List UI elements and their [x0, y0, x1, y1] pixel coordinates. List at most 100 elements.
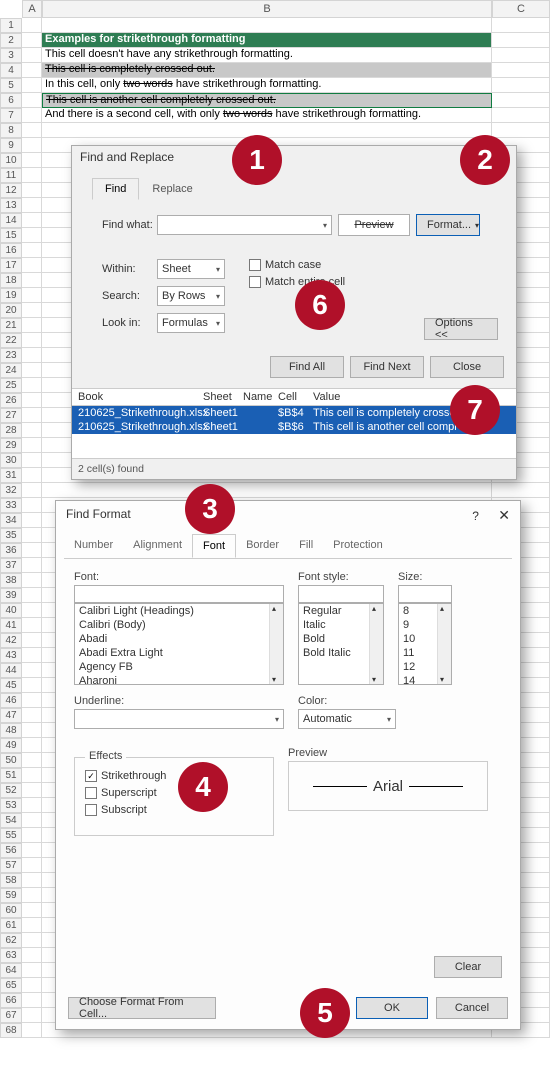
color-combo[interactable]: Automatic — [298, 709, 396, 729]
row-header-63[interactable]: 63 — [0, 948, 22, 963]
clear-button[interactable]: Clear — [434, 956, 502, 978]
row-header-47[interactable]: 47 — [0, 708, 22, 723]
options-button[interactable]: Options << — [424, 318, 498, 340]
row-header-46[interactable]: 46 — [0, 693, 22, 708]
fmt-tab-border[interactable]: Border — [236, 534, 289, 558]
row-header-12[interactable]: 12 — [0, 183, 22, 198]
row-header-37[interactable]: 37 — [0, 558, 22, 573]
row-header-4[interactable]: 4 — [0, 63, 22, 78]
col-header-C[interactable]: C — [492, 0, 550, 18]
row-header-45[interactable]: 45 — [0, 678, 22, 693]
row-header-53[interactable]: 53 — [0, 798, 22, 813]
row-header-24[interactable]: 24 — [0, 363, 22, 378]
row-header-2[interactable]: 2 — [0, 33, 22, 48]
search-combo[interactable]: By Rows — [157, 286, 225, 306]
within-combo[interactable]: Sheet — [157, 259, 225, 279]
match-case-checkbox[interactable]: Match case — [249, 259, 345, 271]
size-input[interactable] — [398, 585, 452, 603]
row-header-35[interactable]: 35 — [0, 528, 22, 543]
row-header-26[interactable]: 26 — [0, 393, 22, 408]
row-header-43[interactable]: 43 — [0, 648, 22, 663]
row-header-7[interactable]: 7 — [0, 108, 22, 123]
ok-button[interactable]: OK — [356, 997, 428, 1019]
row-header-56[interactable]: 56 — [0, 843, 22, 858]
choose-format-button[interactable]: Choose Format From Cell... — [68, 997, 216, 1019]
row-header-40[interactable]: 40 — [0, 603, 22, 618]
row-header-57[interactable]: 57 — [0, 858, 22, 873]
font-listbox[interactable]: Calibri Light (Headings)Calibri (Body)Ab… — [74, 603, 284, 685]
fmt-tab-fill[interactable]: Fill — [289, 534, 323, 558]
row-header-54[interactable]: 54 — [0, 813, 22, 828]
row-header-11[interactable]: 11 — [0, 168, 22, 183]
superscript-checkbox[interactable]: Superscript — [85, 787, 263, 799]
row-header-32[interactable]: 32 — [0, 483, 22, 498]
row-header-16[interactable]: 16 — [0, 243, 22, 258]
row-header-68[interactable]: 68 — [0, 1023, 22, 1038]
row-header-67[interactable]: 67 — [0, 1008, 22, 1023]
row-header-61[interactable]: 61 — [0, 918, 22, 933]
row-header-55[interactable]: 55 — [0, 828, 22, 843]
row-header-21[interactable]: 21 — [0, 318, 22, 333]
fmt-tab-protection[interactable]: Protection — [323, 534, 393, 558]
tab-replace[interactable]: Replace — [139, 178, 205, 200]
row-header-30[interactable]: 30 — [0, 453, 22, 468]
find-what-input[interactable] — [157, 215, 332, 235]
row-header-31[interactable]: 31 — [0, 468, 22, 483]
row-header-29[interactable]: 29 — [0, 438, 22, 453]
fmt-tab-font[interactable]: Font — [192, 534, 236, 558]
row-header-5[interactable]: 5 — [0, 78, 22, 93]
row-header-33[interactable]: 33 — [0, 498, 22, 513]
row-header-50[interactable]: 50 — [0, 753, 22, 768]
row-header-59[interactable]: 59 — [0, 888, 22, 903]
row-header-51[interactable]: 51 — [0, 768, 22, 783]
col-header-A[interactable]: A — [22, 0, 42, 18]
row-header-22[interactable]: 22 — [0, 333, 22, 348]
row-header-20[interactable]: 20 — [0, 303, 22, 318]
row-header-10[interactable]: 10 — [0, 153, 22, 168]
help-icon[interactable]: ? — [472, 509, 479, 523]
subscript-checkbox[interactable]: Subscript — [85, 804, 263, 816]
row-header-14[interactable]: 14 — [0, 213, 22, 228]
row-header-17[interactable]: 17 — [0, 258, 22, 273]
row-header-58[interactable]: 58 — [0, 873, 22, 888]
row-header-34[interactable]: 34 — [0, 513, 22, 528]
row-header-66[interactable]: 66 — [0, 993, 22, 1008]
row-header-36[interactable]: 36 — [0, 543, 22, 558]
row-header-1[interactable]: 1 — [0, 18, 22, 33]
row-header-27[interactable]: 27 — [0, 408, 22, 423]
close-button[interactable]: Close — [430, 356, 504, 378]
row-header-3[interactable]: 3 — [0, 48, 22, 63]
size-listbox[interactable]: 8910111214 — [398, 603, 452, 685]
fmt-tab-alignment[interactable]: Alignment — [123, 534, 192, 558]
row-header-52[interactable]: 52 — [0, 783, 22, 798]
col-header-B[interactable]: B — [42, 0, 492, 18]
row-header-39[interactable]: 39 — [0, 588, 22, 603]
row-header-15[interactable]: 15 — [0, 228, 22, 243]
fmt-tab-number[interactable]: Number — [64, 534, 123, 558]
underline-combo[interactable] — [74, 709, 284, 729]
row-header-65[interactable]: 65 — [0, 978, 22, 993]
row-header-48[interactable]: 48 — [0, 723, 22, 738]
row-header-6[interactable]: 6 — [0, 93, 22, 108]
font-style-listbox[interactable]: RegularItalicBoldBold Italic — [298, 603, 384, 685]
row-header-64[interactable]: 64 — [0, 963, 22, 978]
row-header-49[interactable]: 49 — [0, 738, 22, 753]
row-header-23[interactable]: 23 — [0, 348, 22, 363]
row-header-38[interactable]: 38 — [0, 573, 22, 588]
row-header-25[interactable]: 25 — [0, 378, 22, 393]
row-header-13[interactable]: 13 — [0, 198, 22, 213]
format-button[interactable]: Format...▾ — [416, 214, 480, 236]
row-header-62[interactable]: 62 — [0, 933, 22, 948]
find-next-button[interactable]: Find Next — [350, 356, 424, 378]
lookin-combo[interactable]: Formulas — [157, 313, 225, 333]
close-icon[interactable]: ✕ — [498, 507, 510, 523]
row-header-60[interactable]: 60 — [0, 903, 22, 918]
font-input[interactable] — [74, 585, 284, 603]
row-header-44[interactable]: 44 — [0, 663, 22, 678]
row-header-18[interactable]: 18 — [0, 273, 22, 288]
cancel-button[interactable]: Cancel — [436, 997, 508, 1019]
font-style-input[interactable] — [298, 585, 384, 603]
tab-find[interactable]: Find — [92, 178, 139, 200]
strikethrough-checkbox[interactable]: Strikethrough — [85, 770, 263, 782]
row-header-8[interactable]: 8 — [0, 123, 22, 138]
